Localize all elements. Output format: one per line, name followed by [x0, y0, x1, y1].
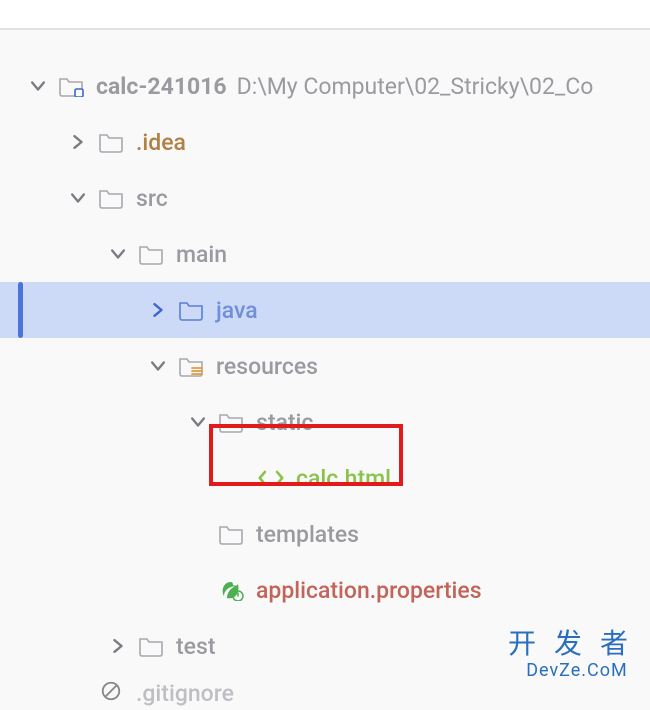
folder-icon [138, 243, 166, 265]
html-file-icon [258, 467, 290, 489]
tree-node-java[interactable]: java [0, 282, 650, 338]
source-folder-icon [178, 299, 206, 321]
project-tree: calc-241016 D:\My Computer\02_Stricky\02… [0, 30, 650, 710]
folder-icon [138, 635, 166, 657]
ignore-file-icon [98, 680, 126, 702]
tree-node-src[interactable]: src [0, 170, 650, 226]
chevron-down-icon[interactable] [188, 415, 208, 429]
tree-node-label: main [176, 241, 227, 268]
tree-node-label: resources [216, 353, 318, 380]
folder-icon [218, 411, 246, 433]
chevron-down-icon[interactable] [28, 79, 48, 93]
folder-icon [98, 131, 126, 153]
tree-node-templates[interactable]: templates [0, 506, 650, 562]
module-folder-icon [58, 75, 86, 97]
tree-node-idea[interactable]: .idea [0, 114, 650, 170]
tree-node-root[interactable]: calc-241016 D:\My Computer\02_Stricky\02… [0, 58, 650, 114]
tree-node-label: .idea [136, 129, 186, 156]
tree-node-app-properties[interactable]: application.properties [0, 562, 650, 618]
tree-node-label: static [256, 409, 313, 436]
folder-icon [218, 523, 246, 545]
panel-divider [0, 0, 650, 30]
tree-node-label: application.properties [256, 577, 482, 604]
chevron-right-icon[interactable] [108, 639, 128, 653]
chevron-right-icon[interactable] [148, 303, 168, 317]
tree-node-resources[interactable]: resources [0, 338, 650, 394]
spring-config-icon [218, 579, 246, 601]
tree-node-label: test [176, 633, 215, 660]
chevron-down-icon[interactable] [108, 247, 128, 261]
tree-node-test[interactable]: test [0, 618, 650, 674]
chevron-right-icon[interactable] [68, 135, 88, 149]
tree-node-label: templates [256, 521, 359, 548]
tree-node-calc-html[interactable]: calc.html [0, 450, 650, 506]
tree-node-static[interactable]: static [0, 394, 650, 450]
chevron-down-icon[interactable] [68, 191, 88, 205]
chevron-down-icon[interactable] [148, 359, 168, 373]
tree-node-label: calc.html [296, 465, 391, 492]
tree-node-label: calc-241016 [96, 73, 227, 100]
tree-node-gitignore[interactable]: .gitignore [0, 680, 650, 710]
folder-icon [98, 187, 126, 209]
tree-node-label: java [216, 297, 258, 324]
tree-node-path: D:\My Computer\02_Stricky\02_Co [237, 73, 594, 100]
resources-folder-icon [178, 355, 206, 377]
tree-node-main[interactable]: main [0, 226, 650, 282]
tree-node-label: src [136, 185, 168, 212]
tree-node-label: .gitignore [136, 680, 234, 707]
